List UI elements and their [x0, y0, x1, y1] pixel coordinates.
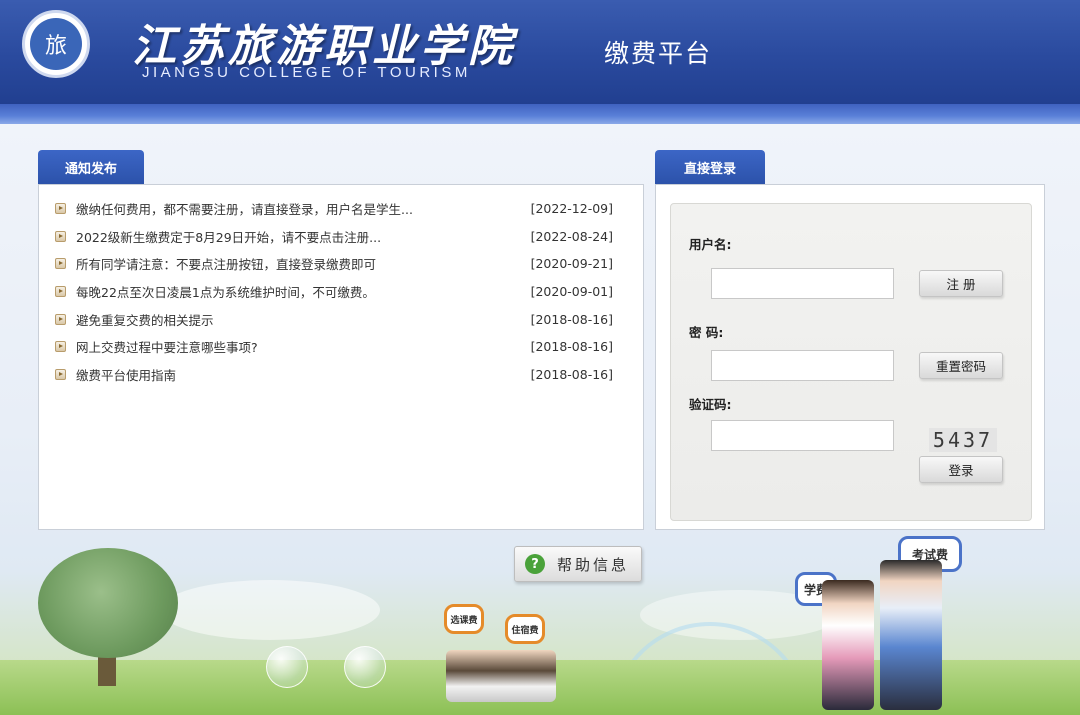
tree-decoration [38, 548, 178, 658]
captcha-label: 验证码: [689, 397, 732, 412]
notice-list: 缴纳任何费用，都不需要注册，请直接登录，用户名是学生... [2022-12-0… [39, 185, 643, 388]
captcha-input[interactable] [711, 420, 894, 451]
bullet-arrow-icon [55, 203, 66, 215]
list-item[interactable]: 缴纳任何费用，都不需要注册，请直接登录，用户名是学生... [2022-12-0… [39, 195, 643, 223]
student-girl-illustration [822, 580, 874, 710]
login-button[interactable]: 登录 [919, 456, 1003, 483]
help-info-button[interactable]: ? 帮助信息 [514, 546, 642, 582]
notice-date: [2018-08-16] [530, 366, 613, 382]
notice-link[interactable]: 缴费平台使用指南 [76, 365, 523, 384]
login-panel: 用户名: 注 册 密 码: 重置密码 验证码: 5437 登录 [655, 184, 1045, 530]
list-item[interactable]: 避免重复交费的相关提示 [2018-08-16] [39, 305, 643, 333]
notice-date: [2018-08-16] [530, 311, 613, 327]
college-name-en: JIANGSU COLLEGE OF TOURISM [142, 64, 471, 81]
list-item[interactable]: 所有同学请注意：不要点注册按钮，直接登录缴费即可 [2020-09-21] [39, 250, 643, 278]
students-illustration [446, 650, 556, 702]
list-item[interactable]: 网上交费过程中要注意哪些事项? [2018-08-16] [39, 333, 643, 361]
bubble-decoration [266, 646, 308, 688]
tab-direct-login: 直接登录 [655, 150, 765, 184]
college-logo: 旅 [22, 10, 90, 78]
captcha-image[interactable]: 5437 [929, 428, 997, 452]
notice-date: [2018-08-16] [530, 339, 613, 355]
notice-date: [2020-09-21] [530, 256, 613, 272]
notice-link[interactable]: 所有同学请注意：不要点注册按钮，直接登录缴费即可 [76, 254, 523, 273]
notice-date: [2020-09-01] [530, 284, 613, 300]
question-icon: ? [525, 554, 545, 574]
bullet-arrow-icon [55, 341, 66, 353]
password-input[interactable] [711, 350, 894, 381]
notice-link[interactable]: 缴纳任何费用，都不需要注册，请直接登录，用户名是学生... [76, 199, 523, 218]
site-header: 旅 江苏旅游职业学院 JIANGSU COLLEGE OF TOURISM 缴费… [0, 0, 1080, 104]
username-label: 用户名: [689, 237, 732, 252]
register-button[interactable]: 注 册 [919, 270, 1003, 297]
course-fee-bubble: 选课费 [444, 604, 484, 634]
bubble-decoration [344, 646, 386, 688]
notice-date: [2022-08-24] [530, 228, 613, 244]
login-form: 用户名: 注 册 密 码: 重置密码 验证码: 5437 登录 [670, 203, 1032, 521]
header-stripe [0, 104, 1080, 124]
list-item[interactable]: 每晚22点至次日凌晨1点为系统维护时间，不可缴费。 [2020-09-01] [39, 278, 643, 306]
bullet-arrow-icon [55, 258, 66, 270]
platform-title: 缴费平台 [604, 39, 713, 68]
list-item[interactable]: 缴费平台使用指南 [2018-08-16] [39, 361, 643, 389]
notice-link[interactable]: 每晚22点至次日凌晨1点为系统维护时间，不可缴费。 [76, 282, 523, 301]
dorm-fee-bubble: 住宿费 [505, 614, 545, 644]
bullet-arrow-icon [55, 313, 66, 325]
notice-link[interactable]: 2022级新生缴费定于8月29日开始，请不要点击注册... [76, 227, 523, 246]
notice-link[interactable]: 避免重复交费的相关提示 [76, 310, 523, 329]
help-info-label: 帮助信息 [557, 555, 630, 574]
student-boy-illustration [880, 560, 942, 710]
tab-notices: 通知发布 [38, 150, 144, 184]
notice-panel: 缴纳任何费用，都不需要注册，请直接登录，用户名是学生... [2022-12-0… [38, 184, 644, 530]
reset-password-button[interactable]: 重置密码 [919, 352, 1003, 379]
notice-date: [2022-12-09] [530, 201, 613, 217]
username-input[interactable] [711, 268, 894, 299]
cloud-decoration [160, 580, 380, 640]
notice-link[interactable]: 网上交费过程中要注意哪些事项? [76, 337, 523, 356]
bullet-arrow-icon [55, 230, 66, 242]
bullet-arrow-icon [55, 368, 66, 380]
list-item[interactable]: 2022级新生缴费定于8月29日开始，请不要点击注册... [2022-08-2… [39, 223, 643, 251]
password-label: 密 码: [689, 325, 724, 340]
logo-emblem-icon: 旅 [30, 18, 82, 70]
bullet-arrow-icon [55, 286, 66, 298]
